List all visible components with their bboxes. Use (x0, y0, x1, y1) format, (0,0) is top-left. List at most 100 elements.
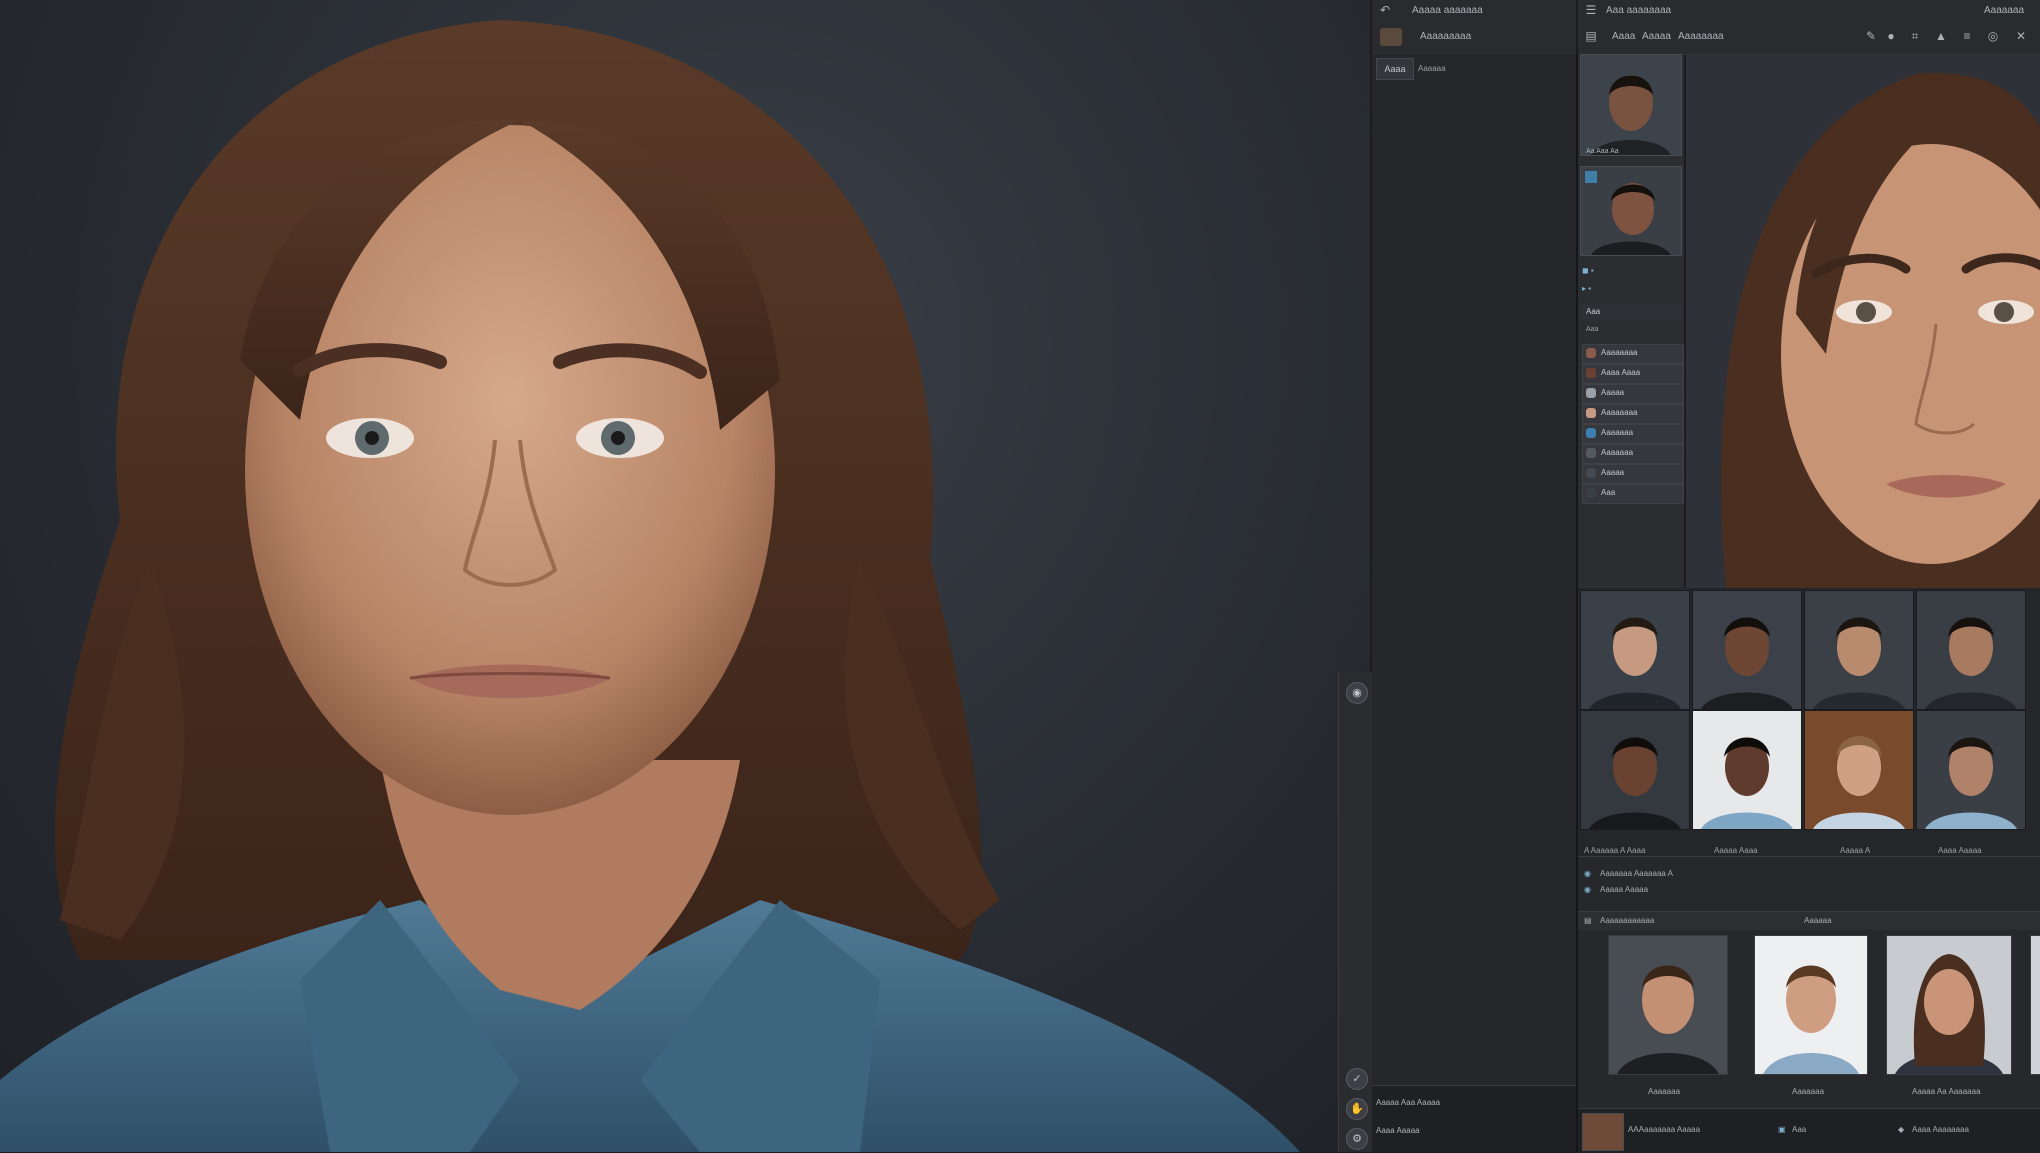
face-tile[interactable] (1692, 710, 1802, 830)
avatar (1586, 388, 1596, 398)
filter-icon[interactable]: ▸ ▪ (1582, 284, 1591, 293)
tag-icon[interactable]: ◼ ▪ (1582, 266, 1594, 275)
face-thumbnail (1917, 711, 2025, 829)
face-thumbnail (1917, 591, 2025, 709)
check-icon[interactable]: ✓ (1346, 1068, 1368, 1090)
tab-1[interactable]: Aaaa (1612, 31, 1635, 42)
info-icon: ◉ (1584, 885, 1591, 894)
face-thumbnail (1755, 936, 1867, 1074)
footer-line1: Aaaaa Aaa Aaaaa (1376, 1098, 1441, 1107)
section-title: Aaaaaaaaaaaa (1600, 916, 1655, 925)
bottom-right: Aaaa Aaaaaaaa (1912, 1125, 1969, 1134)
large-preview[interactable] (1686, 54, 2040, 588)
face-thumbnail (1805, 591, 1913, 709)
list-item[interactable]: Aaaaaaa (1582, 424, 1684, 444)
side-footer: Aaaaa Aaa Aaaaa Aaaa Aaaaa (1372, 1085, 1576, 1152)
list-item[interactable]: Aaaaa (1582, 464, 1684, 484)
face-thumbnail (1693, 591, 1801, 709)
list-header-label: Aaa (1586, 307, 1601, 316)
face-tile[interactable] (1804, 590, 1914, 710)
bottom-icon[interactable]: ◆ (1898, 1125, 1904, 1134)
info-line1: Aaaaaaa Aaaaaaa A (1600, 869, 1673, 878)
hero-portrait (0, 0, 1370, 1152)
thumbnail-caption: Aa Aaa Aa (1586, 148, 1619, 155)
side-tab-caption: Aaaaaa (1418, 64, 1446, 73)
tab-2[interactable]: Aaaaa (1642, 31, 1671, 42)
preview-portrait (1686, 54, 2040, 588)
header-subtitle: Aaaaaaaaa (1420, 31, 1472, 42)
close-icon[interactable]: ✕ (2014, 29, 2028, 43)
right-header-bar: ☰ Aaa aaaaaaaa Aaaaaaa ▤ Aaaa Aaaaa Aaaa… (1578, 0, 2040, 55)
brush-icon[interactable]: ✎ (1864, 29, 1878, 43)
side-panel: Aaaa Aaaaaa Aaaaa Aaa Aaaaa Aaaa Aaaaa (1372, 54, 1578, 1152)
eye-icon[interactable]: ◉ (1346, 682, 1368, 704)
hand-icon[interactable]: ✋ (1346, 1098, 1368, 1120)
list-item[interactable]: Aaaaa (1582, 384, 1684, 404)
card-caption: Aaaaaaa (1648, 1087, 1681, 1096)
avatar[interactable] (1380, 28, 1402, 46)
settings-icon[interactable]: ⚙ (1346, 1128, 1368, 1150)
face-tile[interactable] (1692, 590, 1802, 710)
face-thumbnail (1693, 711, 1801, 829)
portrait-card[interactable] (1608, 935, 1728, 1075)
face-grid: A Aaaaaa A Aaaa Aaaaa Aaaa Aaaaa A Aaaa … (1578, 588, 2040, 856)
bottom-mid: Aaa (1792, 1125, 1807, 1134)
thumbnail-column: Aa Aaa Aa ◼ ▪ ▸ ▪ Aaa Aaa Aaaaaaaa Aaaa … (1578, 54, 1684, 594)
avatar (1586, 428, 1596, 438)
header-title: Aaa aaaaaaaa (1606, 5, 1672, 16)
bottom-text: AAAaaaaaaa Aaaaa (1628, 1125, 1701, 1134)
side-tab[interactable]: Aaaa (1376, 58, 1414, 80)
info-icon: ◉ (1584, 869, 1591, 878)
list-item[interactable]: Aaaa Aaaa (1582, 364, 1684, 384)
list-item[interactable]: Aaaaaaa (1582, 444, 1684, 464)
face-thumbnail (1581, 591, 1689, 709)
face-tile[interactable] (1916, 710, 2026, 830)
list-header: Aaa (1582, 304, 1682, 320)
thumb-tools: ◼ ▪ (1582, 260, 1682, 275)
face-thumbnail (1581, 167, 1681, 255)
crop-icon[interactable]: ⌗ (1908, 29, 1922, 43)
face-tile[interactable] (1916, 590, 2026, 710)
card-caption: Aaaaa Aa Aaaaaaa (1912, 1087, 1981, 1096)
face-thumbnail (1581, 711, 1689, 829)
list-item[interactable]: Aaaaaaaa (1582, 404, 1684, 424)
thumbnail-1[interactable] (1580, 54, 1682, 156)
menu-icon[interactable]: ☰ (1584, 3, 1598, 17)
face-caption: Aaaaa Aaaa (1714, 846, 1758, 855)
face-caption: Aaaaa A (1840, 846, 1871, 855)
vertical-tool-strip: ◉ ✓ ✋ ⚙ (1338, 672, 1377, 1152)
avatar (1586, 488, 1596, 498)
drop-icon[interactable]: ● (1884, 29, 1898, 43)
list-item[interactable]: Aaa (1582, 484, 1684, 504)
face-tile[interactable] (1580, 710, 1690, 830)
thumbnail-2[interactable] (1580, 166, 1682, 256)
tab-3[interactable]: Aaaaaaaa (1678, 31, 1724, 42)
header-right-text[interactable]: Aaaaaaa (1984, 5, 2024, 16)
avatar[interactable] (1582, 1113, 1624, 1151)
lock-icon[interactable]: ▲ (1934, 29, 1948, 43)
back-icon[interactable]: ↶ (1378, 3, 1392, 17)
globe-icon[interactable]: ◎ (1986, 29, 2000, 43)
lower-panel: ◉ Aaaaaaa Aaaaaaa A ◉ Aaaaa Aaaaa ▤ Aaaa… (1578, 856, 2040, 1153)
portrait-illustration (0, 20, 1300, 1152)
face-thumbnail (1609, 936, 1727, 1074)
list-sub: Aaa (1582, 324, 1682, 338)
avatar (1586, 348, 1596, 358)
section-center: Aaaaaa (1804, 916, 1832, 925)
section-icon: ▤ (1584, 916, 1592, 925)
list-icon[interactable]: ≡ (1960, 29, 1974, 43)
avatar (1586, 468, 1596, 478)
face-thumbnail (1581, 55, 1681, 155)
avatar (1586, 408, 1596, 418)
face-tile[interactable] (1580, 590, 1690, 710)
face-tile[interactable] (1804, 710, 1914, 830)
bottom-icon[interactable]: ▣ (1778, 1125, 1786, 1134)
card-caption: Aaaaaaa (1792, 1087, 1825, 1096)
portrait-card[interactable] (1754, 935, 1868, 1075)
header-title: Aaaaa aaaaaaa (1412, 5, 1483, 16)
list-item[interactable]: Aaaaaaaa (1582, 344, 1684, 364)
layers-icon[interactable]: ▤ (1584, 29, 1598, 43)
portrait-card[interactable] (1886, 935, 2012, 1075)
face-caption: A Aaaaaa A Aaaa (1584, 846, 1646, 855)
portrait-card-partial[interactable] (2030, 935, 2040, 1075)
